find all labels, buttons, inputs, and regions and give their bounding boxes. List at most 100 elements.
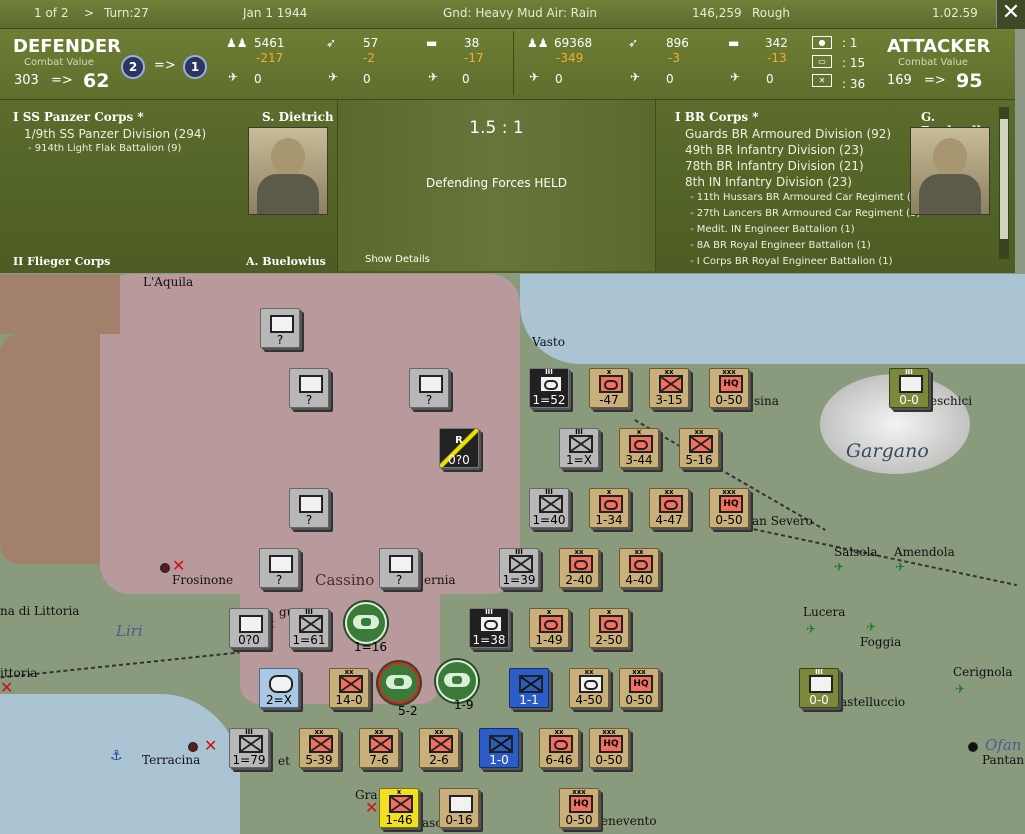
place-label: L'Aquila [143, 275, 194, 289]
german-infantry-counter[interactable]: III 1=40 [529, 488, 569, 528]
german-unit-counter[interactable]: ? [409, 368, 449, 408]
close-button[interactable]: ✕ [996, 0, 1025, 28]
german-unit-counter[interactable]: ? [259, 548, 299, 588]
port-anchor-icon: ⚓ [110, 748, 123, 764]
allied-artillery-counter[interactable]: III 0-0 [889, 368, 929, 408]
defender-general-portrait [248, 127, 328, 215]
defender-air-2: 0 [363, 72, 371, 86]
allied-artillery-counter[interactable]: 0-16 [439, 788, 479, 828]
allied-recon-counter[interactable]: 2=X [259, 668, 299, 708]
place-label: Lucera [803, 605, 846, 619]
german-armor-counter[interactable]: III 1=52 [529, 368, 569, 408]
allied-armor-counter[interactable]: xx 4-50 [569, 668, 609, 708]
selected-air-token[interactable] [378, 662, 420, 704]
air-unit-strength: 1=16 [354, 640, 387, 654]
allied-infantry-counter[interactable]: xx 2-6 [419, 728, 459, 768]
attacker-sub-unit: - 11th Hussars BR Armoured Car Regiment … [690, 192, 922, 203]
attacker-general-portrait [910, 127, 990, 215]
attacker-men-loss: -349 [556, 51, 584, 65]
defender-air-1: 0 [254, 72, 262, 86]
attacker-men: 69368 [554, 36, 593, 50]
allied-armor-counter[interactable]: xx 4-47 [649, 488, 689, 528]
allied-infantry-counter[interactable]: x 1-46 [379, 788, 419, 828]
german-unit-counter[interactable]: ? [289, 368, 329, 408]
attacker-air-2: 0 [666, 72, 674, 86]
german-unit-counter[interactable]: ? [260, 308, 300, 348]
battle-result-panel: 1.5 : 1 Defending Forces HELD Show Detai… [338, 100, 656, 271]
airfield-icon: ✈ [955, 682, 966, 696]
allied-infantry-counter[interactable]: xx 7-6 [359, 728, 399, 768]
allied-hq-counter[interactable]: xxx HQ 0-50 [709, 368, 749, 408]
allied-armor-counter[interactable]: x 2-50 [589, 608, 629, 648]
hex-coords: 146,259 [692, 6, 742, 20]
destroyed-bridge-icon: ✕ [172, 556, 186, 575]
destroyed-bridge-icon: ✕ [204, 736, 218, 755]
river-label: Ofan [985, 736, 1022, 754]
ratio-from-badge: 2 [121, 55, 145, 79]
allied-infantry-counter[interactable]: 1-0 [479, 728, 519, 768]
allied-armor-counter[interactable]: x 1-49 [529, 608, 569, 648]
allied-hq-counter[interactable]: xxx HQ 0-50 [709, 488, 749, 528]
german-infantry-counter[interactable]: III 1=61 [289, 608, 329, 648]
attacker-cv-end: 95 [956, 70, 983, 92]
german-unit-counter[interactable]: 0?0 [229, 608, 269, 648]
german-rocket-counter[interactable]: R 0?0 [439, 428, 479, 468]
defender-cv-start: 303 [14, 73, 39, 88]
allied-hq-counter[interactable]: xxx HQ 0-50 [559, 788, 599, 828]
place-label: eschici [930, 394, 973, 408]
allied-infantry-counter[interactable]: 1-1 [509, 668, 549, 708]
version-label: 1.02.59 [932, 6, 978, 20]
attacker-division: 78th BR Infantry Division (21) [685, 159, 864, 173]
allied-armor-counter[interactable]: xx 2-40 [559, 548, 599, 588]
german-armor-counter[interactable]: III 1=38 [469, 608, 509, 648]
show-details-link[interactable]: Show Details [365, 254, 430, 265]
allied-hq-counter[interactable]: xxx HQ 0-50 [619, 668, 659, 708]
airfield-icon: ✈ [806, 622, 817, 636]
next-page-arrow[interactable]: > [84, 6, 94, 20]
sea-adriatic [520, 274, 1025, 364]
scrollbar-thumb[interactable] [1000, 119, 1008, 239]
air-unit-token[interactable] [436, 660, 478, 702]
allied-armor-counter[interactable]: x 3-44 [619, 428, 659, 468]
defender-guns: 57 [363, 36, 379, 50]
german-infantry-counter[interactable]: III 1=79 [229, 728, 269, 768]
hex-map[interactable]: L'Aquila Vasto Frosinone Cassino ernia n… [0, 274, 1025, 834]
defender-title: DEFENDER [13, 36, 121, 57]
place-label: Foggia [860, 635, 902, 649]
allied-infantry-counter[interactable]: xx 3-15 [649, 368, 689, 408]
allied-infantry-counter[interactable]: xx 14-0 [329, 668, 369, 708]
place-label: Terracina [142, 753, 201, 767]
men-icon: ♟♟ [226, 36, 248, 50]
attacker-tanks: 342 [765, 36, 788, 50]
tank-icon: ▬ [426, 36, 438, 50]
allied-armor-counter[interactable]: xx 6-46 [539, 728, 579, 768]
air-unit-token[interactable] [345, 602, 387, 644]
attacker-division: Guards BR Armoured Division (92) [685, 127, 892, 141]
city-marker [188, 742, 198, 752]
place-label: sina [754, 394, 779, 408]
allied-armor-counter[interactable]: x 1-34 [589, 488, 629, 528]
german-infantry-counter[interactable]: III 1=X [559, 428, 599, 468]
allied-armor-counter[interactable]: x -47 [589, 368, 629, 408]
german-unit-counter[interactable]: ? [379, 548, 419, 588]
german-infantry-counter[interactable]: III 1=39 [499, 548, 539, 588]
attacker-air-1: 0 [555, 72, 563, 86]
defender-sub-unit: - 914th Light Flak Battalion (9) [28, 143, 182, 154]
allied-infantry-counter[interactable]: xx 5-16 [679, 428, 719, 468]
panel-scrollbar[interactable] [999, 107, 1009, 259]
allied-hq-counter[interactable]: xxx HQ 0-50 [589, 728, 629, 768]
gun-icon: ➶ [326, 36, 337, 50]
defender-forces-panel: I SS Panzer Corps * S. Dietrich 1/9th SS… [0, 100, 338, 271]
attacker-guns-loss: -3 [668, 51, 680, 65]
attacker-cv-arrow: => [924, 73, 946, 88]
defender-tanks-loss: -17 [464, 51, 484, 65]
air-unit-strength: 1-9 [454, 698, 474, 712]
top-status-bar: 1 of 2 > Turn:27 Jan 1 1944 Gnd: Heavy M… [0, 0, 1025, 29]
fighter-icon: ✈ [529, 70, 540, 84]
allied-artillery-counter[interactable]: III 0-0 [799, 668, 839, 708]
german-unit-counter[interactable]: ? [289, 488, 329, 528]
attacker-sub-unit: - I Corps BR Royal Engineer Battalion (1… [690, 256, 893, 267]
allied-infantry-counter[interactable]: xx 5-39 [299, 728, 339, 768]
attacker-forces-panel: I BR Corps * G. Bucknall Guards BR Armou… [656, 100, 996, 271]
allied-armor-counter[interactable]: xx 4-40 [619, 548, 659, 588]
